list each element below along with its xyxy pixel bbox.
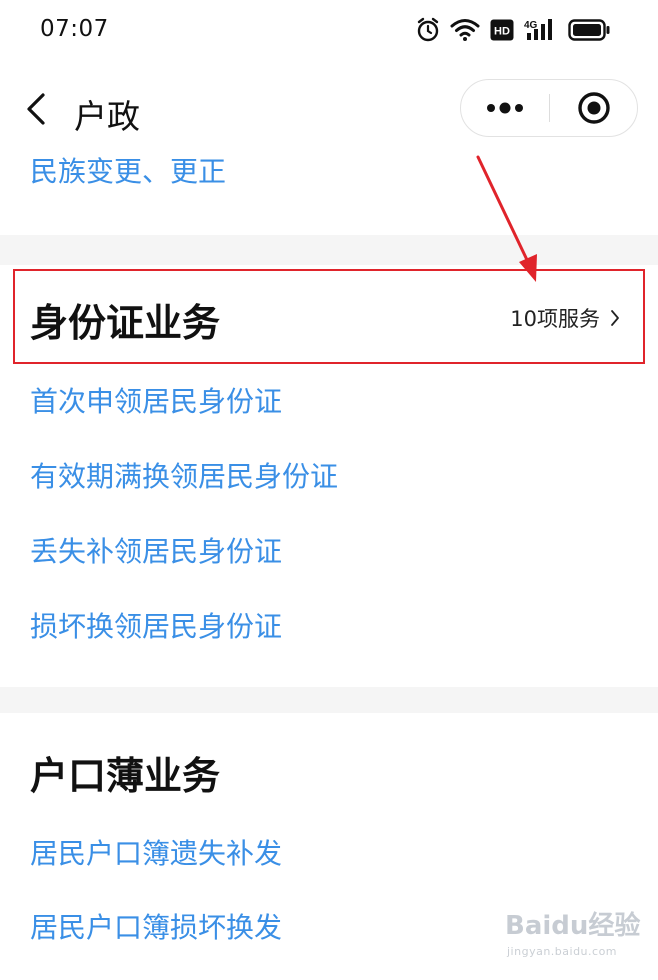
close-miniprogram-button[interactable] — [550, 80, 638, 136]
service-link-damaged-id-card[interactable]: 损坏换领居民身份证 — [30, 605, 282, 645]
service-link-first-id-card[interactable]: 首次申领居民身份证 — [30, 380, 282, 420]
hd-icon: HD — [490, 19, 514, 41]
capsule-menu — [460, 79, 638, 137]
watermark-sub-text: jingyan.baidu.com — [507, 945, 618, 958]
service-link-lost-id-card[interactable]: 丢失补领居民身份证 — [30, 530, 282, 570]
id-card-more-services-link[interactable]: 10项服务 — [510, 303, 620, 333]
watermark-logo-text: Baidu经验 — [505, 911, 641, 941]
section-separator — [0, 687, 658, 713]
status-icons: HD 4G — [416, 17, 610, 43]
service-link-renew-id-card[interactable]: 有效期满换领居民身份证 — [30, 455, 338, 495]
status-bar: 07:07 HD 4G — [0, 0, 658, 62]
chevron-right-icon — [611, 310, 619, 326]
section-title-id-card: 身份证业务 — [30, 301, 221, 345]
hd-label: HD — [494, 26, 510, 38]
nav-bar: 户政 — [0, 62, 658, 158]
wifi-icon — [450, 18, 480, 42]
baidu-watermark: Baidu经验 jingyan.baidu.com — [505, 905, 641, 958]
page-title: 户政 — [74, 97, 140, 136]
section-title-hukou: 户口薄业务 — [30, 754, 221, 798]
back-button[interactable] — [18, 89, 54, 129]
status-time: 07:07 — [40, 16, 109, 42]
signal-4g-icon: 4G — [524, 18, 558, 42]
more-dots-icon — [487, 102, 523, 114]
section-separator — [0, 235, 658, 265]
more-services-label: 10项服务 — [510, 307, 600, 331]
battery-icon — [568, 19, 610, 41]
chevron-left-icon — [27, 93, 45, 125]
target-icon — [578, 92, 610, 124]
service-link-hukou-lost[interactable]: 居民户口簿遗失补发 — [30, 832, 282, 872]
service-link-hukou-damaged[interactable]: 居民户口簿损坏换发 — [30, 906, 282, 946]
alarm-icon — [416, 17, 440, 43]
service-link-ethnicity-change[interactable]: 民族变更、更正 — [30, 150, 226, 190]
more-button[interactable] — [461, 80, 549, 136]
